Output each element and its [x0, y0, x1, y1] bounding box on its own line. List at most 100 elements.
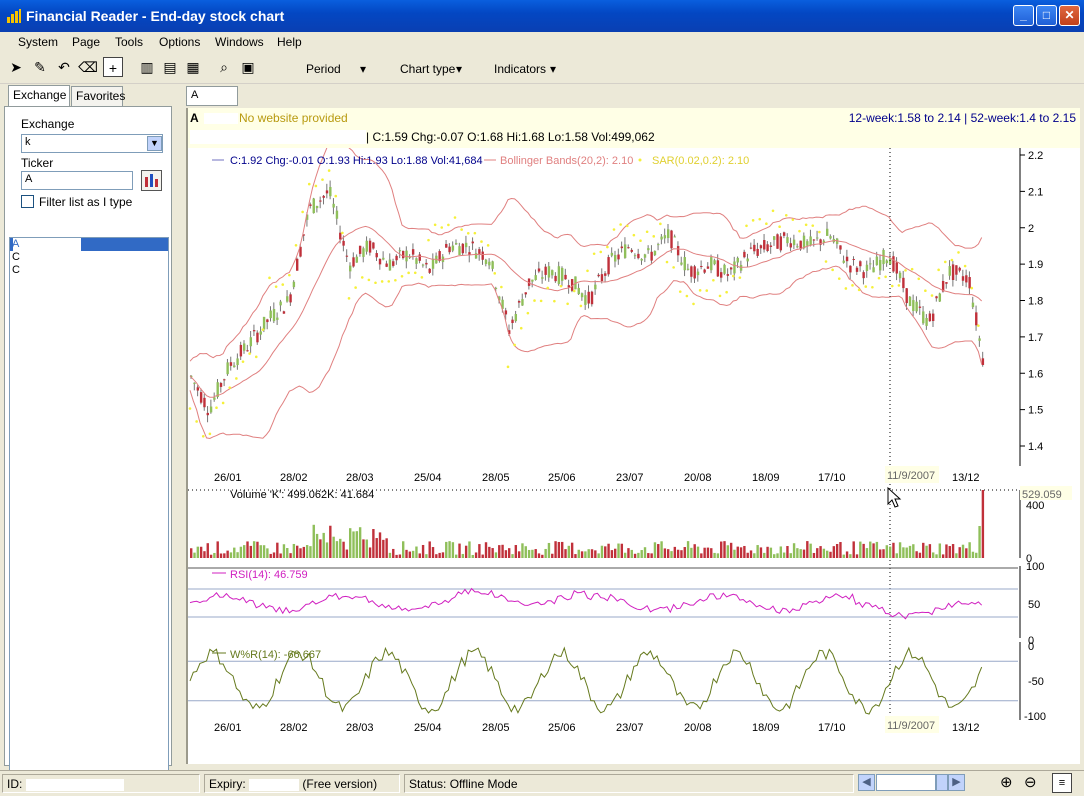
status-bar: ID: Expiry: (Free version) Status: Offli… [0, 770, 1084, 796]
wr-tick-label: -100 [1024, 711, 1046, 723]
close-button[interactable]: ✕ [1059, 5, 1080, 26]
exchange-select[interactable]: k [21, 134, 163, 153]
scrollbar-thumb[interactable] [936, 774, 948, 791]
candle-body [633, 255, 637, 257]
volume-bar [551, 553, 554, 558]
candle-body [733, 261, 736, 274]
minimize-button[interactable]: _ [1013, 5, 1034, 26]
volume-bar [488, 546, 491, 558]
volume-bar [935, 554, 938, 558]
candle-body [428, 268, 431, 273]
ticker-input[interactable]: A [21, 171, 133, 190]
candle-body [965, 275, 968, 283]
candle-body [872, 267, 875, 273]
indicators-dropdown[interactable]: Indicators [494, 62, 546, 76]
volume-bar [676, 549, 680, 558]
list-item[interactable]: C [12, 264, 20, 276]
tab-exchange[interactable]: Exchange [8, 85, 70, 107]
volume-bar [196, 546, 200, 558]
volume-bar [561, 541, 564, 558]
menu-windows[interactable]: Windows [215, 35, 264, 49]
chevron-down-icon[interactable]: ▾ [456, 62, 462, 76]
date-tick-label: 26/01 [214, 722, 242, 734]
candle-body [309, 204, 312, 206]
volume-bar [855, 554, 859, 558]
scroll-left-icon[interactable]: ◀ [858, 774, 875, 791]
sar-dot [261, 328, 265, 331]
print-preview-icon[interactable]: ⌕ [214, 57, 234, 77]
sar-dot [460, 228, 463, 231]
volume-bar [501, 544, 504, 558]
candle-body [892, 256, 895, 272]
scroll-right-icon[interactable]: ▶ [948, 774, 965, 791]
zoom-out-icon[interactable]: ⊖ [1024, 773, 1037, 791]
menu-options[interactable]: Options [159, 35, 200, 49]
candle-body [249, 337, 253, 347]
volume-bar [236, 552, 239, 558]
candle-body [620, 246, 624, 249]
candle-body [332, 203, 335, 208]
candle-body [789, 243, 792, 248]
menu-page[interactable]: Page [72, 35, 100, 49]
go-chart-button[interactable] [141, 170, 162, 191]
period-dropdown[interactable]: Period [306, 62, 341, 76]
stock-chart[interactable]: 2.2 2.1 2 1.9 1.8 1.7 1.6 1.5 1.4 C:1.92 Chg:-0.0… [188, 148, 1080, 764]
eraser-icon[interactable]: ⌫ [78, 57, 98, 77]
volume-bar [594, 550, 597, 558]
settings-icon[interactable]: ≡ [1052, 773, 1072, 793]
ticker-list[interactable]: A C C [9, 237, 169, 773]
list-icon[interactable]: ▦ [183, 57, 203, 77]
sar-dot [553, 299, 556, 303]
volume-bar [769, 547, 773, 558]
chart-tab[interactable]: A [186, 86, 238, 106]
sar-dot [645, 230, 649, 234]
volume-bar [408, 551, 412, 558]
volume-bar [577, 549, 580, 558]
list-item[interactable]: A [12, 238, 19, 250]
menu-tools[interactable]: Tools [115, 35, 143, 49]
menu-system[interactable]: System [18, 35, 58, 49]
chart-type-dropdown[interactable]: Chart type [400, 62, 455, 76]
tab-favorites[interactable]: Favorites [71, 86, 125, 106]
candle-body [882, 249, 885, 265]
volume-bar [358, 527, 362, 558]
volume-bar [802, 549, 806, 558]
volume-bar [547, 542, 551, 558]
volume-bar [925, 545, 928, 558]
rsi-tick-label: 100 [1026, 561, 1044, 573]
date-tick-label: 17/10 [818, 722, 846, 734]
chevron-down-icon[interactable]: ▾ [360, 62, 366, 76]
candle-body [421, 264, 425, 266]
rsi-pane [188, 566, 1021, 638]
maximize-button[interactable]: □ [1036, 5, 1057, 26]
volume-bar [859, 541, 862, 558]
bar-chart-icon[interactable]: ▥ [137, 57, 157, 77]
properties-icon[interactable]: ▤ [160, 57, 180, 77]
zoom-in-icon[interactable]: ⊕ [1000, 773, 1013, 791]
chevron-down-icon[interactable]: ▼ [147, 136, 162, 151]
candle-body [266, 319, 269, 323]
candle-body [484, 259, 488, 264]
crosshair-icon[interactable]: + [103, 57, 123, 77]
volume-bar [849, 554, 852, 558]
list-item[interactable]: C [12, 251, 20, 263]
pointer-icon[interactable]: ➤ [6, 57, 26, 77]
volume-bar [852, 541, 855, 558]
image-icon[interactable]: ▣ [238, 57, 258, 77]
candle-body [869, 263, 872, 265]
volume-bar [402, 541, 405, 558]
chevron-down-icon[interactable]: ▾ [550, 62, 556, 76]
menu-help[interactable]: Help [277, 35, 302, 49]
candle-body [577, 287, 580, 295]
website-link[interactable]: No website provided [239, 111, 348, 125]
pen-icon[interactable]: ✎ [30, 57, 50, 77]
scrollbar-track[interactable] [876, 774, 936, 791]
volume-bar [491, 548, 494, 558]
candle-body [474, 253, 478, 259]
candle-body [782, 232, 786, 236]
volume-bar [570, 542, 574, 558]
candle-body [673, 236, 677, 238]
undo-icon[interactable]: ↶ [54, 57, 74, 77]
candle-body [928, 313, 932, 322]
filter-checkbox[interactable] [21, 195, 34, 208]
